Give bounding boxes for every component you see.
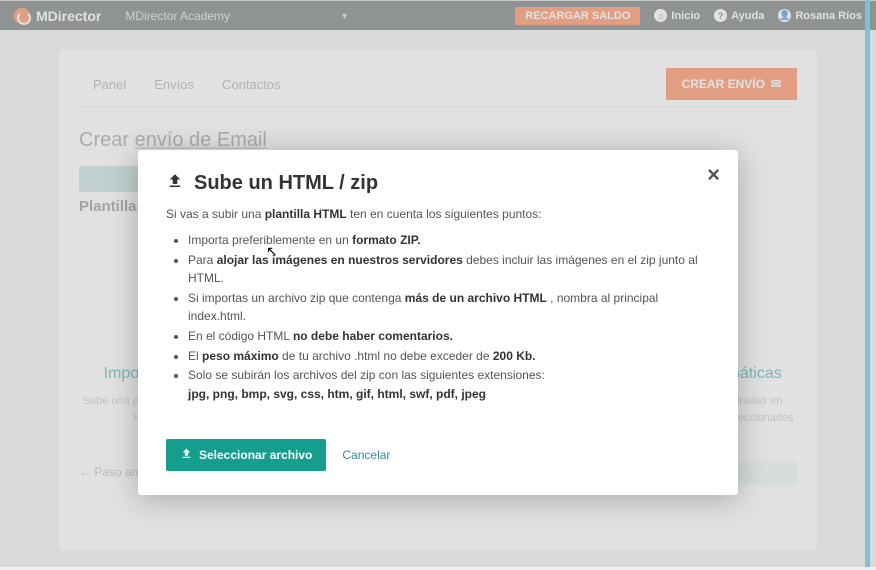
list-item: Importa preferiblemente en un formato ZI… (188, 231, 710, 250)
list-item: Solo se subirán los archivos del zip con… (188, 366, 710, 403)
cancel-link[interactable]: Cancelar (342, 448, 390, 462)
select-file-button[interactable]: Seleccionar archivo (166, 439, 326, 471)
upload-modal: × Sube un HTML / zip Si vas a subir una … (138, 150, 738, 495)
close-icon[interactable]: × (707, 164, 720, 186)
modal-intro: Si vas a subir una plantilla HTML ten en… (166, 207, 710, 221)
list-item: Si importas un archivo zip que contenga … (188, 289, 710, 326)
upload-icon (166, 172, 184, 195)
list-item: En el código HTML no debe haber comentar… (188, 327, 710, 346)
modal-guidelines: Importa preferiblemente en un formato ZI… (166, 231, 710, 403)
upload-icon (180, 447, 193, 463)
modal-title: Sube un HTML / zip (166, 172, 710, 195)
list-item: El peso máximo de tu archivo .html no de… (188, 347, 710, 366)
list-item: Para alojar las imágenes en nuestros ser… (188, 251, 710, 288)
